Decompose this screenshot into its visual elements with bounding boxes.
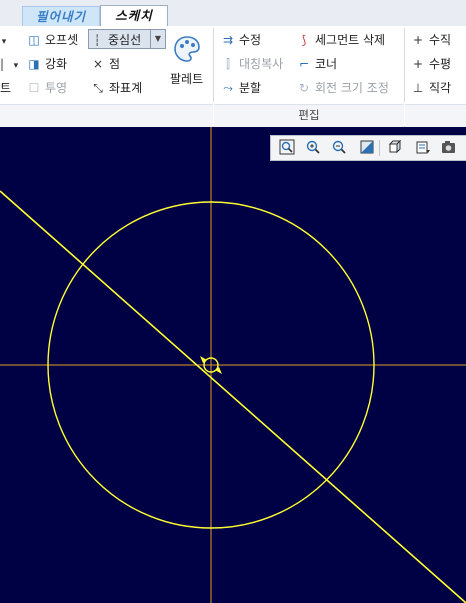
rotate-resize-button[interactable]: ↻ 회전 크기 조정 (296, 78, 389, 98)
modify-icon: ⇉ (222, 33, 234, 47)
repaint-icon[interactable] (357, 139, 377, 157)
cut-label-char: | (0, 57, 5, 71)
vertical-constraint-button[interactable]: + 수직 (410, 30, 451, 50)
sketch-geometry (0, 127, 466, 603)
tab-extrude[interactable]: 필어내기 (22, 6, 100, 26)
corner-icon: ⌐ (298, 57, 310, 71)
offset-icon: ◫ (28, 33, 40, 47)
modify-label: 수정 (239, 33, 262, 47)
horizontal-constraint-button[interactable]: + 수평 (410, 54, 451, 74)
projection-button[interactable]: ☐ 투영 (26, 78, 67, 98)
ribbon-item-cut-1[interactable]: ▾ (0, 30, 11, 50)
chevron-down-icon: ▾ (13, 61, 19, 71)
palette-label[interactable]: 팔레트 (170, 70, 203, 87)
perpendicular-constraint-button[interactable]: ⊥ 직각 (410, 78, 451, 98)
zoom-out-icon[interactable] (329, 139, 349, 157)
ribbon-item-cut-3[interactable]: 트 (0, 78, 11, 98)
offset-button[interactable]: ◫ 오프셋 (26, 30, 78, 50)
toolbar-separator (379, 140, 380, 156)
projection-icon: ☐ (28, 81, 40, 95)
chevron-down-icon[interactable]: ▼ (150, 30, 165, 48)
divide-button[interactable]: ⤳ 분할 (220, 78, 261, 98)
coordinate-system-label: 좌표계 (109, 81, 143, 95)
camera-icon[interactable] (439, 139, 459, 157)
thicken-label: 강화 (45, 57, 68, 71)
view-toolbar (270, 135, 466, 161)
constrain-group-band (405, 104, 466, 127)
zoom-fit-icon[interactable] (277, 139, 297, 157)
point-button[interactable]: × 점 (90, 54, 120, 74)
rotate-resize-icon: ↻ (298, 81, 310, 95)
horizontal-constraint-icon: + (412, 57, 424, 71)
centerline-button[interactable]: ┆ 중심선 ▼ (88, 29, 166, 49)
projection-label: 투영 (45, 81, 68, 95)
coordinate-system-button[interactable]: ⤡ 좌표계 (90, 78, 142, 98)
centerline-label: 중심선 (108, 33, 142, 47)
centerline-icon: ┆ (93, 34, 101, 47)
graphics-area[interactable] (0, 127, 466, 603)
delete-segment-label: 세그먼트 삭제 (315, 33, 386, 47)
delete-segment-icon: ⟆ (301, 33, 307, 47)
zoom-in-icon[interactable] (303, 139, 323, 157)
mirror-icon: ⫿ (226, 57, 230, 71)
tab-sketch[interactable]: 스케치 (100, 5, 168, 27)
thicken-button[interactable]: ◨ 강화 (26, 54, 67, 74)
sketching-group-band (0, 104, 213, 127)
edit-group-label: 편집 (298, 108, 320, 122)
vertical-constraint-label: 수직 (429, 33, 452, 47)
group-divider (404, 28, 405, 102)
corner-label: 코너 (315, 57, 338, 71)
diagonal-line[interactable] (0, 190, 466, 603)
point-label: 점 (109, 57, 121, 71)
chevron-down-icon: ▾ (1, 37, 7, 47)
ribbon: ▾ | ▾ 트 ◫ 오프셋 ◨ 강화 ☐ 투영 ┆ 중심선 ▼ × 점 ⤡ 좌표계 팔레트 … (0, 26, 466, 127)
horizontal-constraint-label: 수평 (429, 57, 452, 71)
modify-button[interactable]: ⇉ 수정 (220, 30, 261, 50)
view-orientation-icon[interactable] (385, 139, 405, 157)
ribbon-tab-strip: 필어내기 스케치 (0, 0, 466, 27)
offset-label: 오프셋 (45, 33, 79, 47)
group-divider (213, 28, 214, 102)
ribbon-item-cut-2[interactable]: | ▾ (0, 54, 23, 74)
perpendicular-constraint-icon: ⊥ (412, 81, 424, 95)
vertical-constraint-icon: + (412, 33, 424, 47)
constraint-arrow-icon (215, 367, 222, 374)
corner-button[interactable]: ⌐ 코너 (296, 54, 337, 74)
perpendicular-constraint-label: 직각 (429, 81, 452, 95)
mirror-label: 대칭복사 (239, 57, 284, 71)
rotate-resize-label: 회전 크기 조정 (315, 81, 389, 95)
point-icon: × (92, 57, 104, 71)
divide-label: 분할 (239, 81, 262, 95)
thicken-icon: ◨ (28, 57, 40, 71)
divide-icon: ⤳ (223, 81, 233, 95)
mirror-button[interactable]: ⫿ 대칭복사 (220, 54, 283, 74)
constraint-arrow-icon (200, 356, 207, 363)
palette-icon[interactable] (172, 34, 202, 64)
coordinate-system-icon: ⤡ (93, 81, 103, 95)
delete-segment-button[interactable]: ⟆ 세그먼트 삭제 (296, 30, 385, 50)
sketch-view-icon[interactable] (413, 139, 433, 157)
ribbon-item-cut-3-label: 트 (0, 81, 12, 95)
